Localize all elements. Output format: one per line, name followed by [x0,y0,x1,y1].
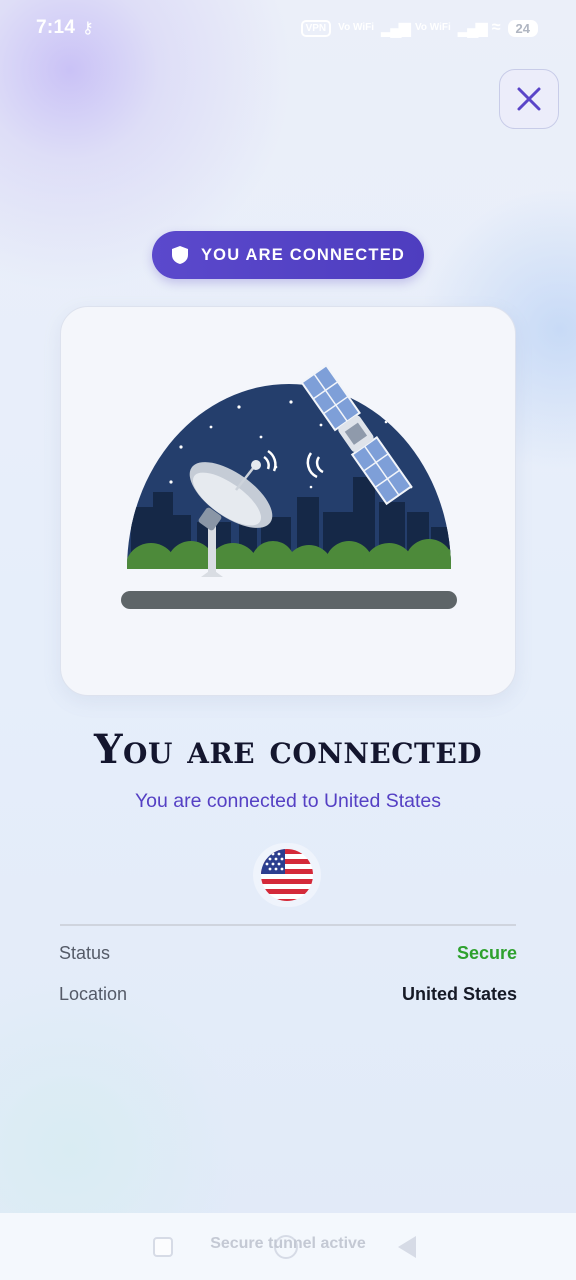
location-label: Location [59,984,128,1004]
country-flag [253,843,321,907]
close-icon [517,87,541,111]
us-flag-icon [261,849,313,901]
signal-icon: ▂▄▆ [381,20,411,37]
page-title: You are connected [94,726,482,773]
location-value: United States [401,984,517,1004]
bottom-nav: Secure tunnel active [0,1213,576,1280]
status-icons: VPN Vo WiFi ▂▄▆ Vo WiFi ▂▄▆ ≈ 24 [300,18,538,38]
wifi-icon: ≈ [491,19,501,36]
status-value: Secure [456,943,517,963]
vpn-indicator: VPN [300,19,332,37]
clock: 7:14 [36,17,76,38]
key-icon: ⚷ [82,20,94,37]
close-button[interactable] [499,69,559,129]
battery-icon: 24 [507,19,538,37]
volte-indicator-2: Vo WiFi [414,22,451,33]
status-label: Status [59,943,111,963]
shield-icon [171,246,188,264]
illustration-card [60,306,516,696]
connection-illustration [121,363,457,609]
connected-badge: YOU ARE CONNECTED [152,231,424,279]
connection-subtitle: You are connected to United States [134,790,442,812]
tunnel-status-text: Secure tunnel active [210,1235,366,1252]
signal-icon-2: ▂▄▆ [457,20,488,37]
volte-indicator: Vo WiFi [338,22,374,33]
status-row: Status Secure [59,943,517,964]
divider [60,924,516,926]
badge-label: YOU ARE CONNECTED [200,245,406,264]
location-row: Location United States [59,984,517,1005]
status-bar: 7:14 ⚷ VPN Vo WiFi ▂▄▆ Vo WiFi ▂▄▆ ≈ 24 [0,0,576,58]
